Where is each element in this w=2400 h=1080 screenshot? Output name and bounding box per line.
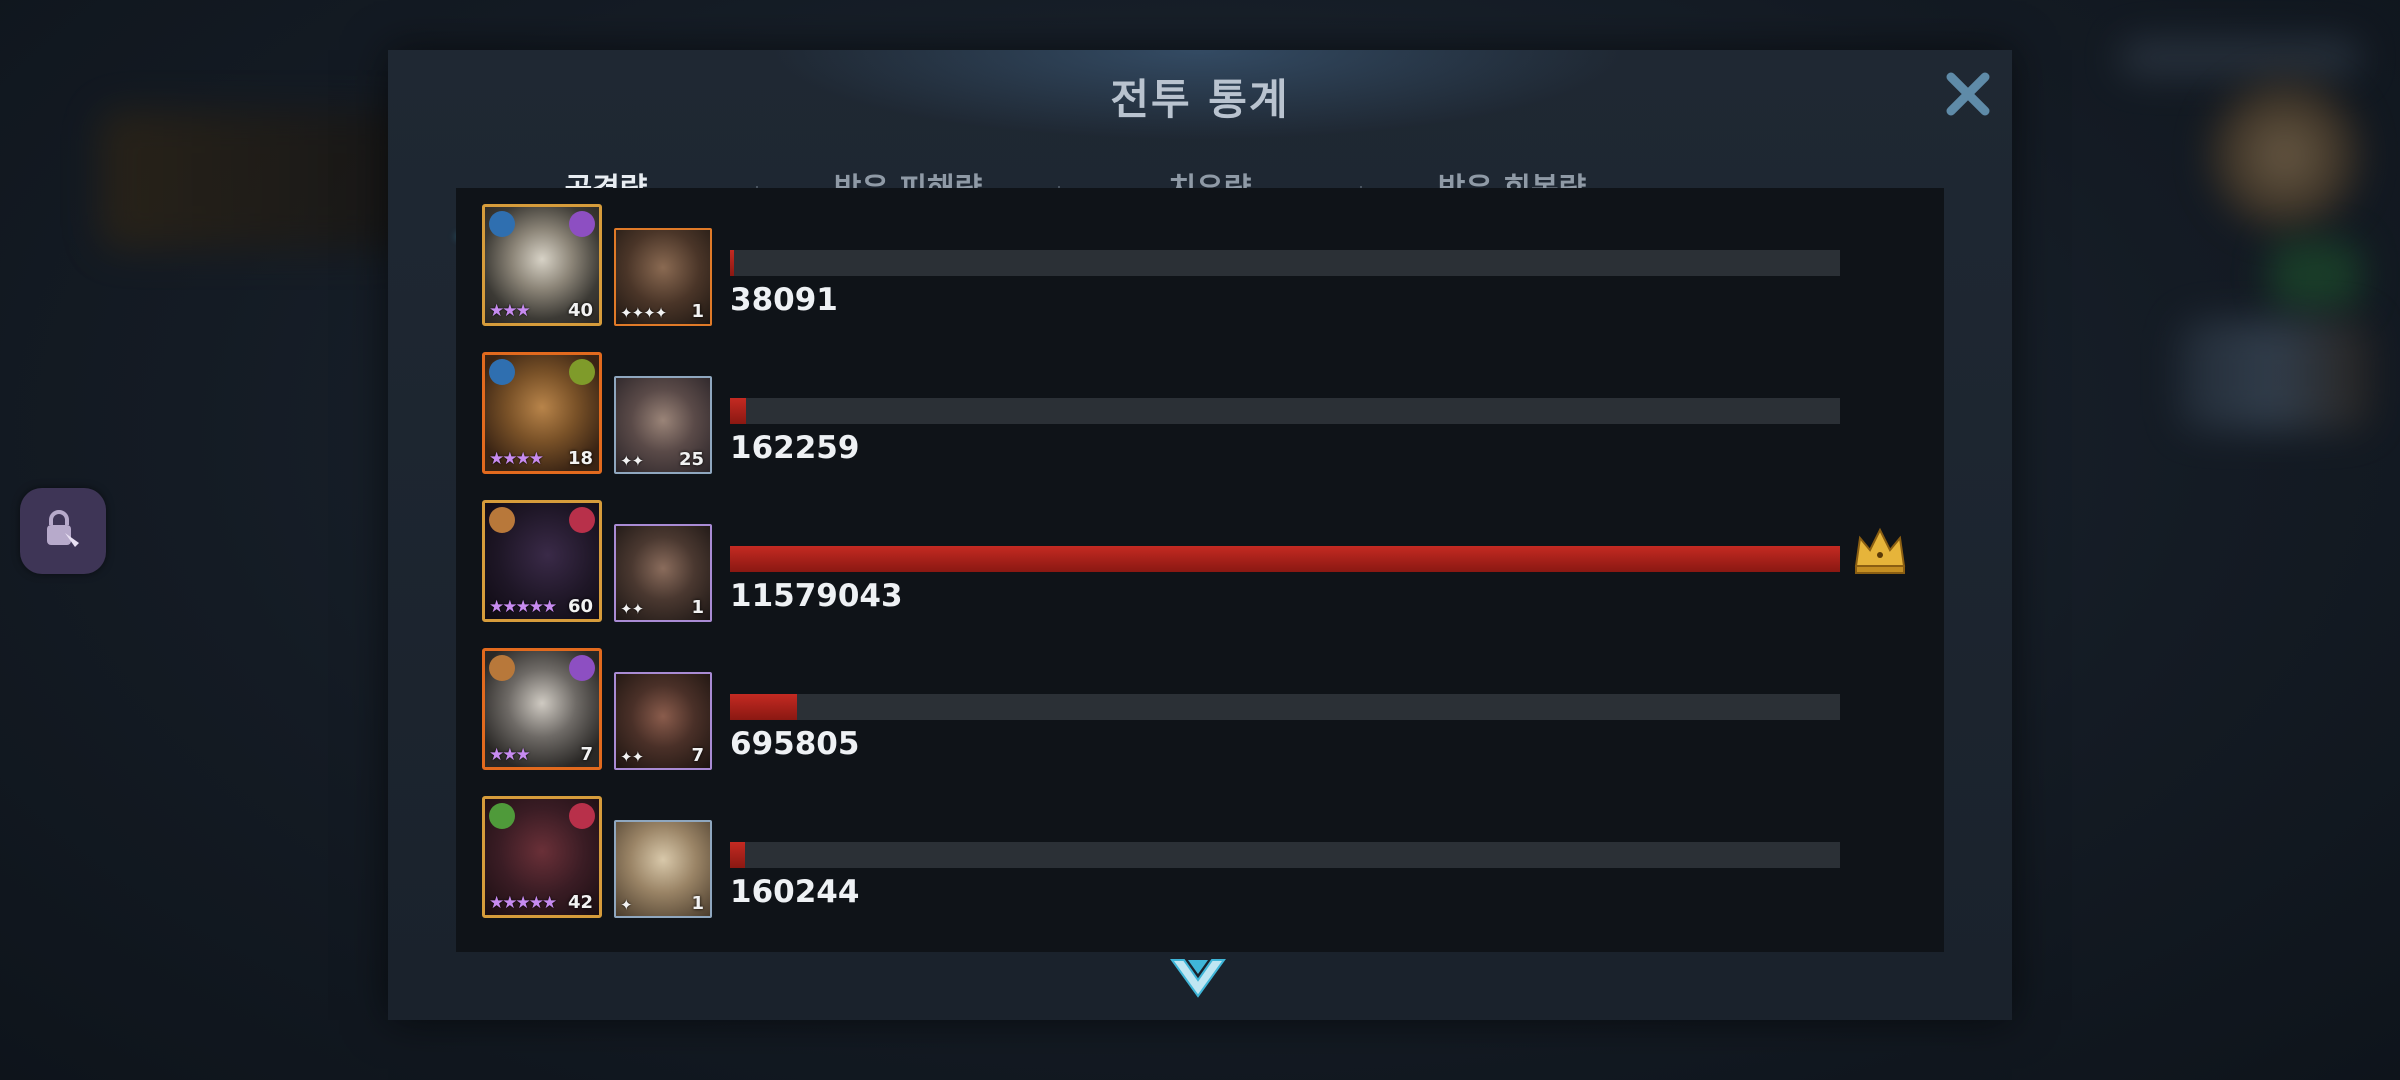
faction-icon: [569, 803, 595, 829]
background-blur: [2180, 320, 2370, 430]
faction-icon: [569, 359, 595, 385]
class-icon: [489, 359, 515, 385]
scroll-down-button[interactable]: [1166, 952, 1230, 1008]
hero-level: 60: [567, 596, 593, 617]
partner-stars: ✦✦✦✦: [620, 304, 667, 322]
hero-stars: ★★★★: [489, 449, 544, 469]
damage-bar-fill: [730, 842, 746, 868]
partner-stars: ✦✦: [620, 748, 644, 766]
damage-bar-fill: [730, 694, 797, 720]
hero-portrait[interactable]: ★★★★ 18: [482, 352, 602, 474]
partner-portrait[interactable]: ✦✦✦✦ 1: [614, 228, 712, 326]
crown-icon: [1854, 527, 1906, 574]
chevron-down-icon: [1170, 959, 1226, 998]
partner-portrait[interactable]: ✦✦ 1: [614, 524, 712, 622]
partner-stars: ✦: [620, 896, 633, 914]
damage-bar: [730, 250, 1840, 276]
damage-bar-fill: [730, 398, 746, 424]
stats-row: ★★★ 7 ✦✦ 7 695805: [456, 632, 1944, 780]
stats-row: ★★★ 40 ✦✦✦✦ 1 38091: [456, 188, 1944, 336]
stats-row: ★★★★★ 60 ✦✦ 1 11579043: [456, 484, 1944, 632]
hero-stars: ★★★★★: [489, 893, 557, 913]
hero-portrait[interactable]: ★★★★★ 42: [482, 796, 602, 918]
side-lock-button[interactable]: [20, 488, 106, 574]
class-icon: [489, 803, 515, 829]
stats-row: ★★★★★ 42 ✦ 1 160244: [456, 780, 1944, 928]
partner-portrait[interactable]: ✦✦ 25: [614, 376, 712, 474]
class-icon: [489, 507, 515, 533]
damage-value: 160244: [730, 874, 860, 910]
partner-portrait[interactable]: ✦ 1: [614, 820, 712, 918]
dialog-title: 전투 통계: [1110, 75, 1290, 124]
faction-icon: [569, 507, 595, 533]
damage-value: 11579043: [730, 578, 903, 614]
hero-level: 7: [580, 744, 593, 765]
partner-level: 1: [691, 597, 704, 618]
hero-portrait[interactable]: ★★★★★ 60: [482, 500, 602, 622]
class-icon: [489, 655, 515, 681]
background-blur: [100, 110, 410, 250]
hero-stars: ★★★: [489, 301, 531, 321]
partner-stars: ✦✦: [620, 600, 644, 618]
background-blur: [2270, 240, 2360, 310]
hero-portrait[interactable]: ★★★ 7: [482, 648, 602, 770]
partner-stars: ✦✦: [620, 452, 644, 470]
close-icon: [1946, 72, 1990, 116]
damage-value: 162259: [730, 430, 860, 466]
hero-portrait[interactable]: ★★★ 40: [482, 204, 602, 326]
class-icon: [489, 211, 515, 237]
partner-level: 1: [691, 301, 704, 322]
stats-row: ★★★★ 18 ✦✦ 25 162259: [456, 336, 1944, 484]
hero-stars: ★★★: [489, 745, 531, 765]
background-avatar: [2210, 80, 2360, 230]
damage-bar: [730, 694, 1840, 720]
close-button[interactable]: [1938, 64, 1998, 124]
stats-list[interactable]: ★★★ 40 ✦✦✦✦ 1 38091 ★★★★ 18 ✦✦ 25 162259…: [456, 188, 1944, 952]
hero-stars: ★★★★★: [489, 597, 557, 617]
background-blur: [2120, 40, 2360, 76]
faction-icon: [569, 655, 595, 681]
partner-level: 1: [691, 893, 704, 914]
hero-level: 18: [567, 448, 593, 469]
damage-bar: [730, 546, 1840, 572]
lock-icon: [47, 510, 79, 547]
partner-portrait[interactable]: ✦✦ 7: [614, 672, 712, 770]
damage-value: 695805: [730, 726, 860, 762]
partner-level: 7: [691, 745, 704, 766]
damage-bar-fill: [730, 250, 735, 276]
battle-stats-dialog: 전투 통계 공격량 받은 피해량 치유량 받은 회복량 ★★★ 40 ✦✦✦✦: [388, 50, 2012, 1020]
damage-bar: [730, 842, 1840, 868]
hero-level: 40: [567, 300, 593, 321]
faction-icon: [569, 211, 595, 237]
damage-bar: [730, 398, 1840, 424]
damage-value: 38091: [730, 282, 838, 318]
partner-level: 25: [678, 449, 704, 470]
damage-bar-fill: [730, 546, 1840, 572]
hero-level: 42: [567, 892, 593, 913]
